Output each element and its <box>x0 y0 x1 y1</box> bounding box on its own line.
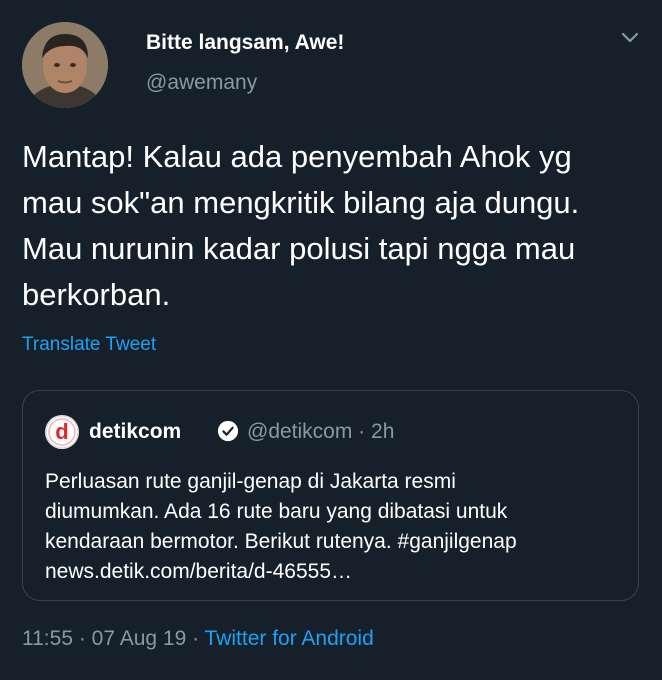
author-handle[interactable]: @awemany <box>146 71 257 95</box>
quoted-tweet-card[interactable]: d detikcom @detikcom · 2h Perluasan rute… <box>22 390 639 601</box>
tweet-header: Bitte langsam, Awe! @awemany <box>22 22 642 110</box>
quoted-tweet-text: Perluasan rute ganjil-genap di Jakarta r… <box>45 470 517 583</box>
chevron-down-icon[interactable] <box>618 26 642 50</box>
verified-badge-icon <box>217 420 239 442</box>
avatar[interactable] <box>22 22 108 108</box>
quoted-handle-time: @detikcom · 2h <box>247 420 395 443</box>
svg-text:d: d <box>55 419 68 444</box>
detikcom-logo-icon: d <box>45 415 79 449</box>
tweet-text: Mantap! Kalau ada penyembah Ahok yg mau … <box>22 139 580 312</box>
author-display-name[interactable]: Bitte langsam, Awe! <box>146 31 344 55</box>
tweet-client-link[interactable]: Twitter for Android <box>205 627 374 650</box>
tweet-timestamp: 11:55 · 07 Aug 19 · <box>22 627 205 650</box>
translate-tweet-link[interactable]: Translate Tweet <box>22 334 156 356</box>
avatar-photo-icon <box>22 22 108 108</box>
quoted-author-name: detikcom <box>89 420 182 443</box>
tweet-footer: 11:55 · 07 Aug 19 · Twitter for Android <box>22 627 374 651</box>
